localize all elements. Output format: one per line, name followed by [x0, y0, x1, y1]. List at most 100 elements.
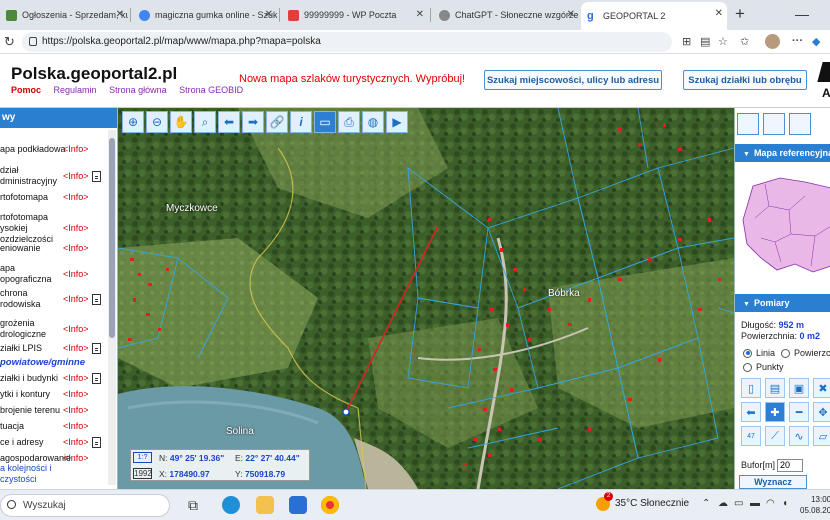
promo-link[interactable]: Nowa mapa szlaków turystycznych. Wypróbu… [239, 73, 465, 85]
layer-label[interactable]: rtofotomapa ysokiej ozdzielczości [0, 212, 53, 245]
layer-label[interactable]: apa opograficzna [0, 263, 52, 285]
browser-tab[interactable]: Ogłoszenia - Sprzedam, kupię ✕ [0, 3, 128, 27]
info-icon[interactable]: i [290, 111, 312, 133]
radio-line[interactable]: Linia [743, 348, 775, 358]
compute-button[interactable]: Wyznacz [739, 475, 807, 489]
buffer-input[interactable]: 20 [777, 459, 803, 472]
layer-label[interactable]: dział dministracyjny [0, 165, 57, 187]
layer-label[interactable]: ytki i kontury [0, 389, 50, 400]
chrome-icon[interactable] [321, 496, 339, 514]
new-tab-button[interactable]: + [735, 4, 745, 24]
edge-browser-icon[interactable] [222, 496, 240, 514]
reference-map-poland[interactable] [735, 166, 830, 284]
nav-terms-link[interactable]: Regulamin [54, 85, 97, 95]
order-link[interactable]: a kolejności i czystości [0, 463, 108, 485]
nav-geobid-link[interactable]: Strona GEOBID [179, 85, 243, 95]
browser-tab[interactable]: ChatGPT - Słoneczne wzgórze ✕ [433, 3, 579, 27]
close-icon[interactable]: ✕ [715, 8, 723, 19]
tray-tablet-icon[interactable]: ▭ [734, 498, 743, 509]
task-view-icon[interactable]: ⧉ [188, 496, 206, 514]
layer-info-link[interactable]: <Info> [63, 294, 89, 305]
layer-info-link[interactable]: <Info> [63, 324, 89, 335]
section-powiat[interactable]: powiatowe/gminne [0, 357, 108, 368]
layer-label[interactable]: eniowanie [0, 243, 41, 254]
add-point-icon[interactable]: ✚ [765, 402, 785, 422]
layer-label[interactable]: brojenie terenu [0, 405, 60, 416]
legend-doc-icon[interactable] [92, 373, 101, 384]
layout-left-icon[interactable] [763, 113, 785, 135]
volume-icon[interactable]: ◖ [782, 498, 788, 509]
close-icon[interactable]: ✕ [265, 9, 273, 20]
browser-tab-active[interactable]: g GEOPORTAL 2 ✕ [581, 2, 727, 30]
layer-label[interactable]: chrona rodowiska [0, 288, 41, 310]
link-icon[interactable]: 🔗 [266, 111, 288, 133]
app-install-icon[interactable]: ⊞ [682, 35, 691, 48]
minimize-window-button[interactable]: — [795, 6, 809, 22]
tray-display-icon[interactable]: ▬ [750, 498, 760, 509]
legend-doc-icon[interactable] [92, 170, 101, 182]
taskbar-search[interactable]: Wyszukaj [0, 494, 170, 517]
reload-icon[interactable]: ↻ [4, 34, 15, 50]
more-menu-icon[interactable]: ··· [792, 35, 803, 47]
layer-label[interactable]: ziałki i budynki [0, 373, 58, 384]
search-parcel-button[interactable]: Szukaj działki lub obrębu [683, 70, 807, 90]
layer-info-link[interactable]: <Info> [63, 192, 89, 203]
layer-info-link[interactable]: <Info> [63, 405, 89, 416]
angle-icon[interactable]: 47 [741, 426, 761, 446]
delete-icon[interactable]: ✖ [813, 378, 830, 398]
layer-label[interactable]: ziałki LPIS [0, 343, 42, 354]
close-icon[interactable]: ✕ [416, 9, 424, 20]
video-icon[interactable]: ▶ [386, 111, 408, 133]
back-arrow-icon[interactable]: ⬅ [218, 111, 240, 133]
close-icon[interactable]: ✕ [567, 9, 575, 20]
layer-label[interactable]: grożenia drologiczne [0, 318, 46, 340]
layer-info-link[interactable]: <Info> [63, 389, 89, 400]
radio-icon[interactable] [781, 348, 790, 358]
undo-arrow-icon[interactable]: ⬅ [741, 402, 761, 422]
nav-home-link[interactable]: Strona główna [109, 85, 167, 95]
layer-info-link[interactable]: <Info> [63, 144, 89, 155]
pan-hand-icon[interactable]: ✋ [170, 111, 192, 133]
layer-label[interactable]: rtofotomapa [0, 192, 48, 203]
layer-info-link[interactable]: <Info> [63, 223, 89, 234]
remove-point-icon[interactable]: ━ [789, 402, 809, 422]
nav-help-link[interactable]: Pomoc [11, 85, 41, 95]
tray-cloud-icon[interactable]: ☁ [718, 498, 728, 509]
tray-chevron-icon[interactable]: ⌃ [702, 498, 710, 509]
open-doc-icon[interactable]: ▤ [765, 378, 785, 398]
layout-full-icon[interactable] [737, 113, 759, 135]
browser-tab[interactable]: 99999999 - WP Poczta ✕ [282, 3, 428, 27]
favorite-star-icon[interactable]: ☆ [718, 35, 728, 48]
radio-selected-icon[interactable] [743, 348, 752, 358]
site-title[interactable]: Polska.geoportal2.pl [11, 64, 177, 84]
forward-arrow-icon[interactable]: ➡ [242, 111, 264, 133]
system-clock[interactable]: 13:00 05.08.20 [800, 494, 830, 516]
favorites-icon[interactable]: ✩ [740, 35, 749, 48]
radio-icon[interactable] [743, 362, 752, 372]
map-view[interactable]: Myczkowce Bóbrka Solina [118, 108, 734, 489]
wifi-icon[interactable]: ◠ [766, 498, 775, 509]
layer-label[interactable]: ce i adresy [0, 437, 44, 448]
layer-info-link[interactable]: <Info> [63, 343, 89, 354]
legend-doc-icon[interactable] [92, 343, 101, 354]
profile-avatar[interactable] [765, 34, 780, 49]
layer-info-link[interactable]: <Info> [63, 269, 89, 280]
legend-doc-icon[interactable] [92, 293, 101, 305]
save-icon[interactable]: ▣ [789, 378, 809, 398]
copilot-icon[interactable]: ◆ [812, 35, 820, 48]
close-icon[interactable]: ✕ [116, 9, 124, 20]
search-place-button[interactable]: Szukaj miejscowości, ulicy lub adresu [484, 70, 662, 90]
orthophoto-map[interactable] [118, 108, 734, 489]
layer-info-link[interactable]: <Info> [63, 373, 89, 384]
layer-info-link[interactable]: <Info> [63, 243, 89, 254]
polyline-icon[interactable]: ⟋ [765, 426, 785, 446]
file-explorer-icon[interactable] [256, 496, 274, 514]
move-point-icon[interactable]: ✥ [813, 402, 830, 422]
new-doc-icon[interactable]: ▯ [741, 378, 761, 398]
year-indicator[interactable]: 1992 [133, 468, 152, 479]
legend-doc-icon[interactable] [92, 437, 101, 448]
layer-label[interactable]: tuacja [0, 421, 24, 432]
browser-tab[interactable]: magiczna gumka online - Szuka ✕ [133, 3, 277, 27]
layout-right-icon[interactable] [789, 113, 811, 135]
url-field[interactable]: https://polska.geoportal2.pl/map/www/map… [22, 32, 672, 52]
